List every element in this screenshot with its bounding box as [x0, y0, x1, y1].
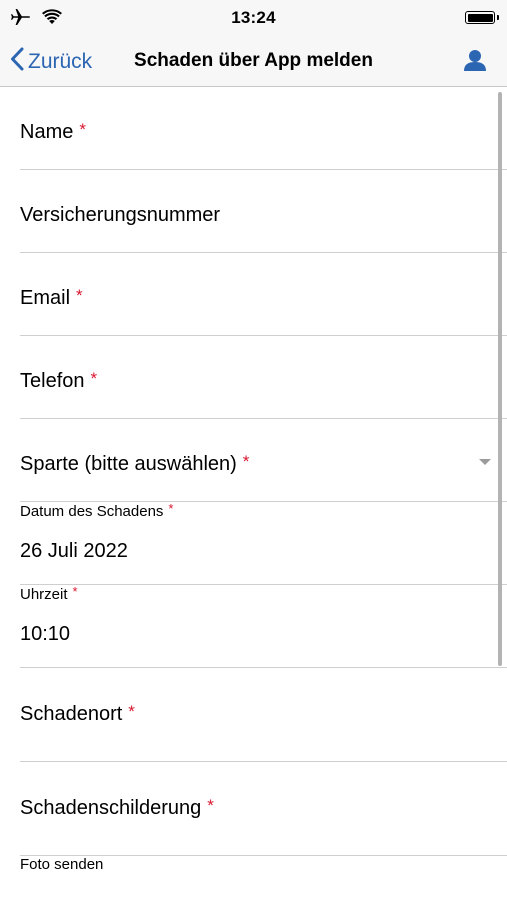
email-label-text: Email [20, 287, 71, 309]
damage-date-label-text: Datum des Schadens [20, 503, 164, 520]
damage-date-label: Datum des Schadens * [20, 501, 174, 520]
chevron-down-icon [479, 459, 491, 465]
status-time: 13:24 [231, 8, 276, 27]
name-field[interactable]: Name * [20, 87, 507, 170]
photo-label-text: Foto senden [20, 856, 104, 873]
phone-label-text: Telefon [20, 370, 85, 392]
description-label: Schadenschilderung * [20, 796, 214, 820]
status-bar: 13:24 [0, 0, 507, 36]
page-title-text: Schaden über App melden [134, 50, 373, 71]
required-marker: * [128, 702, 135, 721]
policy-number-label-text: Versicherungsnummer [20, 204, 221, 226]
location-label: Schadenort * [20, 702, 135, 726]
phone-label: Telefon * [20, 369, 98, 393]
photo-label: Foto senden [20, 856, 103, 873]
category-label: Sparte (bitte auswählen) * [20, 452, 250, 476]
time-label: Uhrzeit * [20, 584, 78, 603]
category-select[interactable]: Sparte (bitte auswählen) * [20, 419, 507, 502]
required-marker: * [90, 369, 98, 388]
user-icon [461, 50, 489, 79]
policy-number-label: Versicherungsnummer [20, 204, 220, 227]
description-label-text: Schadenschilderung [20, 797, 202, 819]
user-button[interactable] [461, 47, 489, 75]
battery-icon [465, 11, 499, 24]
required-marker: * [242, 452, 250, 471]
time-value: 10:10 [20, 623, 71, 645]
scrollbar[interactable] [498, 92, 502, 666]
required-marker: * [76, 286, 83, 305]
policy-number-field[interactable]: Versicherungsnummer [20, 170, 507, 253]
name-label: Name * [20, 120, 86, 144]
required-marker: * [207, 796, 214, 815]
required-marker: * [168, 501, 174, 516]
page-title: Schaden über App melden [0, 50, 507, 72]
navigation-bar: Zurück Schaden über App melden [0, 36, 507, 87]
damage-date-field[interactable]: Datum des Schadens * 26 Juli 2022 [20, 501, 507, 585]
location-field[interactable]: Schadenort * [20, 668, 507, 762]
description-field[interactable]: Schadenschilderung * [20, 762, 507, 856]
phone-field[interactable]: Telefon * [20, 336, 507, 419]
category-label-text: Sparte (bitte auswählen) [20, 453, 237, 475]
email-field[interactable]: Email * [20, 253, 507, 336]
name-label-text: Name [20, 121, 74, 143]
required-marker: * [72, 584, 78, 599]
email-label: Email * [20, 286, 83, 310]
location-label-text: Schadenort [20, 703, 123, 725]
time-field[interactable]: Uhrzeit * 10:10 [20, 584, 507, 668]
time-label-text: Uhrzeit [20, 586, 68, 603]
required-marker: * [79, 120, 86, 139]
damage-date-value: 26 Juli 2022 [20, 540, 128, 562]
